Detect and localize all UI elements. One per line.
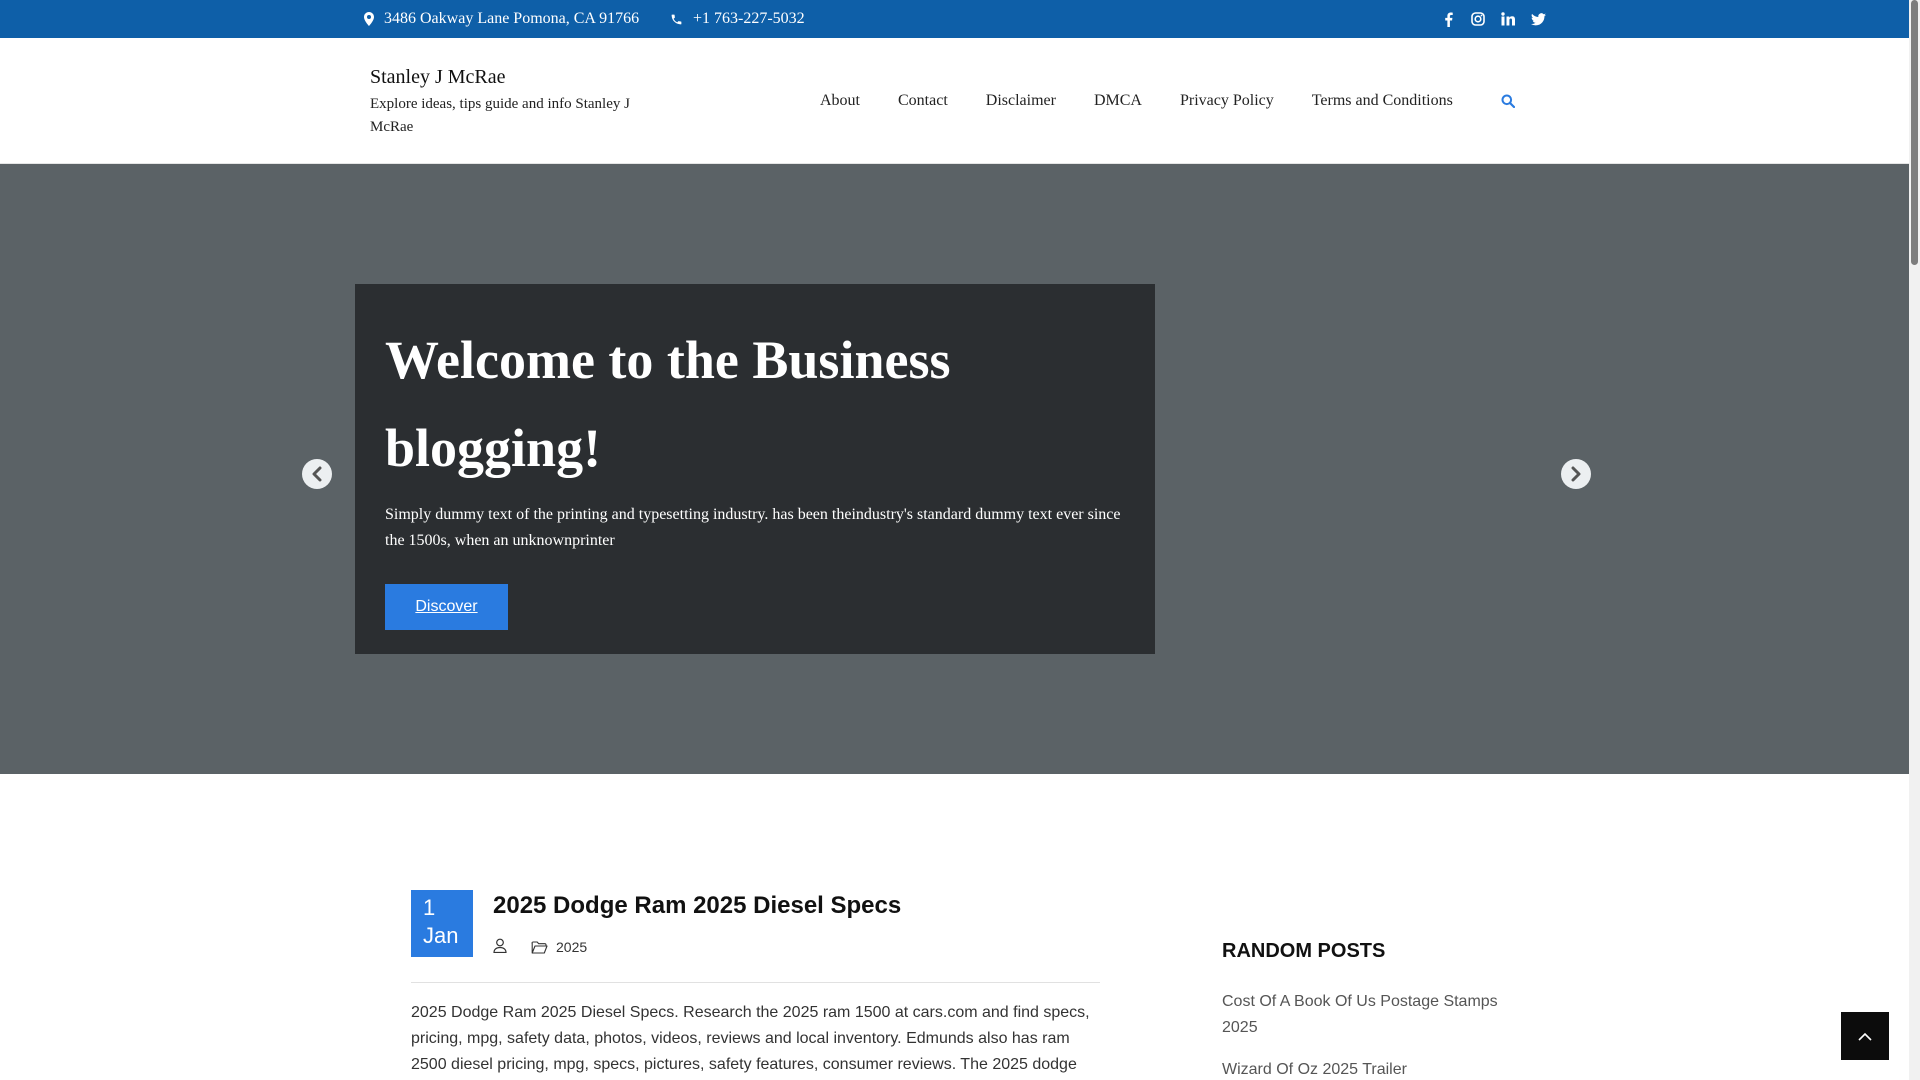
nav-item-privacy-policy[interactable]: Privacy Policy xyxy=(1180,92,1274,110)
site-tagline: Explore ideas, tips guide and info Stanl… xyxy=(370,96,630,135)
phone-icon xyxy=(671,14,682,24)
post-meta: 2025 xyxy=(493,938,587,956)
back-to-top-button[interactable] xyxy=(1841,1012,1889,1060)
post-date-day: 1 xyxy=(423,895,436,920)
folder-icon xyxy=(531,940,548,954)
site-header: Stanley J McRae Explore ideas, tips guid… xyxy=(0,38,1909,164)
post-title[interactable]: 2025 Dodge Ram 2025 Diesel Specs xyxy=(493,892,901,920)
discover-button[interactable]: Discover xyxy=(385,584,508,630)
address-text: 3486 Oakway Lane Pomona, CA 91766 xyxy=(384,10,640,27)
site-title[interactable]: Stanley J McRae xyxy=(370,64,650,90)
post-excerpt: 2025 Dodge Ram 2025 Diesel Specs. Resear… xyxy=(411,1004,1090,1073)
instagram-icon[interactable] xyxy=(1470,11,1486,27)
page-scrollbar[interactable] xyxy=(1909,0,1920,1080)
post-category-label: 2025 xyxy=(556,939,588,955)
search-icon[interactable] xyxy=(1501,94,1515,108)
nav-item-disclaimer[interactable]: Disclaimer xyxy=(986,92,1056,110)
linkedin-icon[interactable] xyxy=(1500,11,1516,27)
nav-item-dmca[interactable]: DMCA xyxy=(1094,92,1142,110)
map-pin-icon xyxy=(364,12,374,26)
hero-title: Welcome to the Business blogging! xyxy=(385,330,951,478)
nav-item-about[interactable]: About xyxy=(820,92,860,110)
nav-item-terms-and-conditions[interactable]: Terms and Conditions xyxy=(1312,92,1453,110)
post-date-month: Jan xyxy=(423,923,459,948)
post-category[interactable]: 2025 xyxy=(531,939,587,955)
main-nav: About Contact Disclaimer DMCA Privacy Po… xyxy=(820,38,1515,164)
social-links xyxy=(1440,0,1546,38)
phone-text: +1 763-227-5032 xyxy=(693,10,805,27)
phone-info: +1 763-227-5032 xyxy=(670,0,805,38)
hero-caption-box: Welcome to the Business blogging! Simply… xyxy=(355,284,1155,654)
post-date-badge: 1 Jan xyxy=(411,890,473,957)
facebook-icon[interactable] xyxy=(1440,11,1456,27)
address-info: 3486 Oakway Lane Pomona, CA 91766 xyxy=(364,0,639,38)
random-posts-heading: RANDOM POSTS xyxy=(1222,940,1386,962)
author-icon[interactable] xyxy=(493,938,507,956)
hero-text: Simply dummy text of the printing and ty… xyxy=(385,506,1121,549)
hero-slider: Welcome to the Business blogging! Simply… xyxy=(0,164,1909,774)
twitter-icon[interactable] xyxy=(1530,11,1546,27)
slider-prev-button[interactable] xyxy=(302,459,332,489)
nav-item-contact[interactable]: Contact xyxy=(898,92,948,110)
top-bar: 3486 Oakway Lane Pomona, CA 91766 +1 763… xyxy=(0,0,1909,38)
post-divider xyxy=(411,982,1100,983)
random-posts-list: Cost Of A Book Of Us Postage Stamps 2025… xyxy=(1222,989,1522,1080)
scrollbar-thumb[interactable] xyxy=(1911,0,1918,265)
sidebar: RANDOM POSTS Cost Of A Book Of Us Postag… xyxy=(1222,940,1522,1080)
random-post-item[interactable]: Wizard Of Oz 2025 Trailer xyxy=(1222,1057,1522,1080)
random-post-item[interactable]: Cost Of A Book Of Us Postage Stamps 2025 xyxy=(1222,989,1522,1041)
chevron-right-icon xyxy=(1571,466,1581,482)
chevron-left-icon xyxy=(312,466,322,482)
slider-next-button[interactable] xyxy=(1561,459,1591,489)
chevron-up-icon xyxy=(1858,1032,1872,1041)
brand: Stanley J McRae Explore ideas, tips guid… xyxy=(370,64,650,139)
